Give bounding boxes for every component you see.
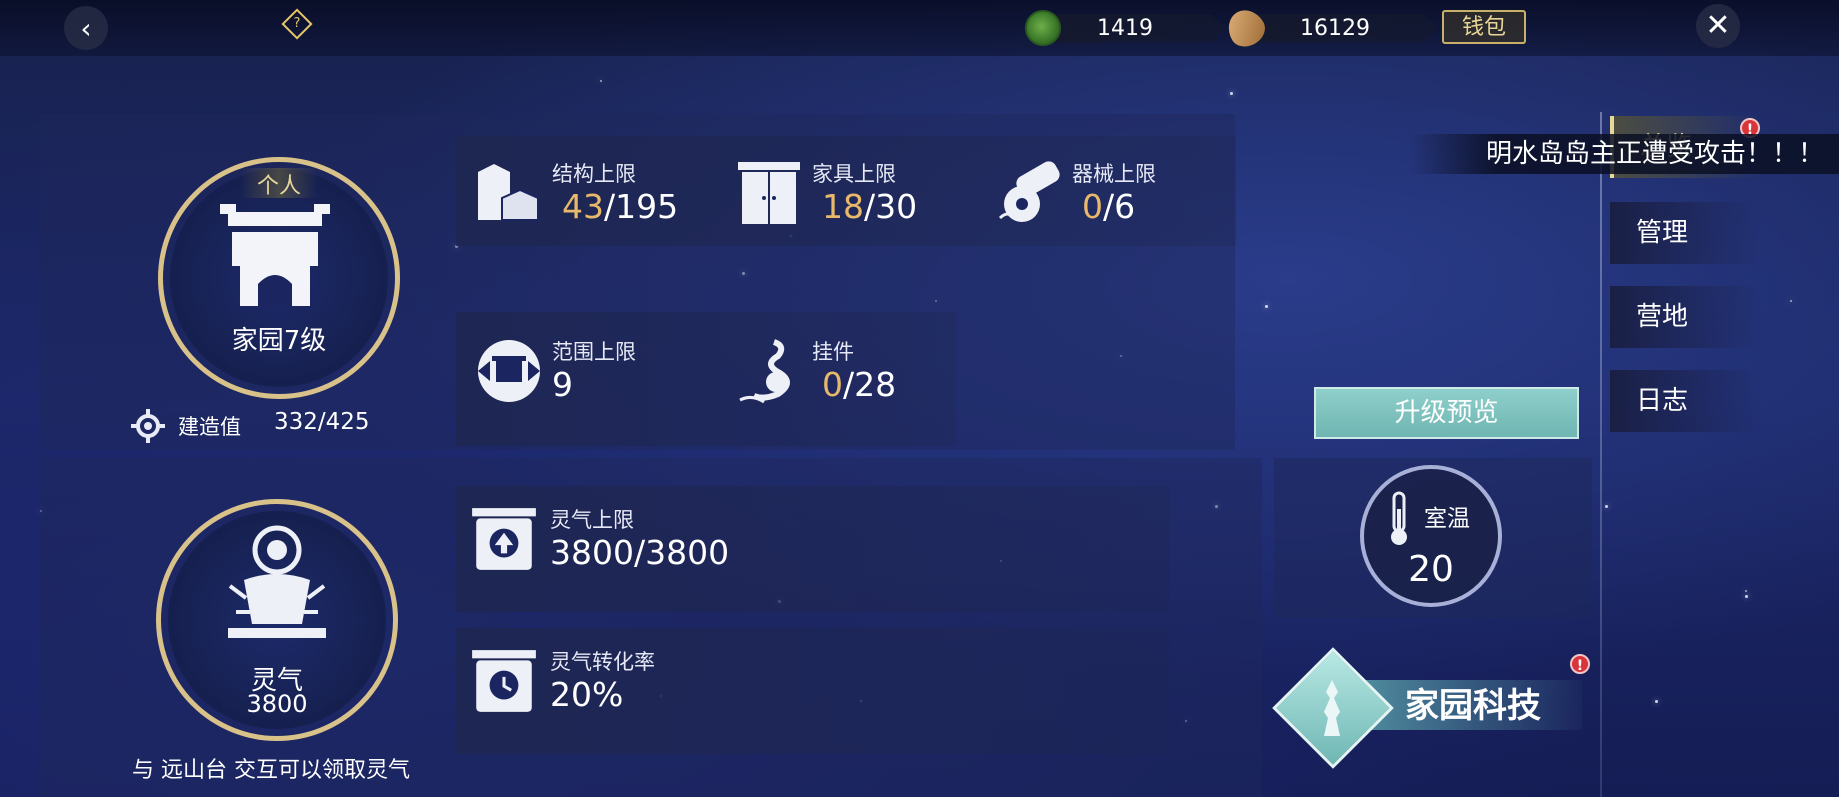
aura-limit-label: 灵气上限 <box>550 508 634 532</box>
chevron-left-icon: ‹ <box>80 11 92 45</box>
pendant-label: 挂件 <box>812 340 854 364</box>
furniture-max: /30 <box>864 187 918 226</box>
stat-pendant[interactable]: 挂件 0/28 <box>734 336 896 406</box>
home-tech-button[interactable]: 家园科技 ! <box>1272 647 1590 769</box>
help-icon[interactable]: ? <box>281 8 313 40</box>
attack-notice-banner: 明水岛岛主正遭受攻击！！！ <box>1410 134 1839 174</box>
furniture-current: 18 <box>822 187 864 226</box>
sidebar-divider <box>1600 112 1602 797</box>
sidebar-item-camp[interactable]: 营地 <box>1610 286 1760 348</box>
aura-limit-icon <box>472 508 536 570</box>
jade-coin-icon <box>1025 10 1061 46</box>
pendant-icon <box>739 339 790 404</box>
room-temp-value: 20 <box>1408 549 1454 590</box>
stat-range[interactable]: 范围上限 9 <box>474 336 636 406</box>
pendant-max: /28 <box>843 365 897 404</box>
personal-badge: 个人 <box>240 168 318 199</box>
top-bar: ‹ ? 1419 16129 钱包 ✕ <box>0 0 1839 56</box>
aura-limit-value: 3800/3800 <box>550 533 730 572</box>
cannon-icon <box>998 161 1060 222</box>
home-level-label: 家园7级 <box>231 326 327 356</box>
build-value-label: 建造值 <box>178 415 241 439</box>
aura-rate-label: 灵气转化率 <box>550 650 655 674</box>
aura-value: 3800 <box>246 690 308 718</box>
structure-current: 43 <box>562 187 604 226</box>
close-button[interactable]: ✕ <box>1696 4 1740 48</box>
range-gate-icon <box>478 340 540 402</box>
close-icon: ✕ <box>1705 8 1731 43</box>
range-label: 范围上限 <box>552 340 636 364</box>
machinery-label: 器械上限 <box>1072 162 1156 186</box>
aura-rate-icon <box>472 650 536 712</box>
seed-icon <box>1221 3 1271 53</box>
wallet-button[interactable]: 钱包 <box>1442 10 1526 44</box>
currency-seed: 16129 <box>1221 3 1438 53</box>
structure-max: /195 <box>604 187 679 226</box>
room-temp-label: 室温 <box>1424 506 1470 532</box>
room-temperature-gauge[interactable]: 室温 20 <box>1360 465 1502 607</box>
machinery-max: /6 <box>1103 187 1136 226</box>
dragon-statue-icon <box>1324 680 1340 736</box>
aura-hint: 与 远山台 交互可以领取灵气 <box>132 758 410 783</box>
seed-amount: 16129 <box>1300 15 1370 41</box>
structure-label: 结构上限 <box>552 162 636 186</box>
machinery-current: 0 <box>1082 187 1103 226</box>
stat-machinery[interactable]: 器械上限 0/6 <box>994 158 1156 228</box>
furniture-label: 家具上限 <box>812 162 896 186</box>
aura-rate-value: 20% <box>550 675 624 714</box>
tech-alert-badge: ! <box>1570 654 1590 674</box>
home-tech-label: 家园科技 <box>1405 686 1541 726</box>
stat-aura-rate[interactable]: 灵气转化率 20% <box>466 646 655 718</box>
stat-structure[interactable]: 结构上限 43/195 <box>474 158 678 228</box>
upgrade-preview-button[interactable]: 升级预览 <box>1314 387 1579 439</box>
sidebar-item-log[interactable]: 日志 <box>1610 370 1760 432</box>
currency-jade: 1419 <box>1025 10 1225 46</box>
back-button[interactable]: ‹ <box>64 6 108 50</box>
home-gate-icon <box>220 204 330 306</box>
thermometer-icon <box>1391 491 1407 545</box>
aura-altar-icon <box>228 525 326 638</box>
build-gear-icon <box>131 409 165 443</box>
sidebar-item-manage[interactable]: 管理 <box>1610 202 1760 264</box>
stat-aura-limit[interactable]: 灵气上限 3800/3800 <box>466 504 729 576</box>
wardrobe-icon <box>738 162 800 224</box>
building-blocks-icon <box>478 164 539 221</box>
build-value-amount: 332/425 <box>274 409 370 435</box>
stat-furniture[interactable]: 家具上限 18/30 <box>734 158 917 228</box>
range-value: 9 <box>552 365 573 404</box>
jade-amount: 1419 <box>1097 15 1153 41</box>
pendant-current: 0 <box>822 365 843 404</box>
